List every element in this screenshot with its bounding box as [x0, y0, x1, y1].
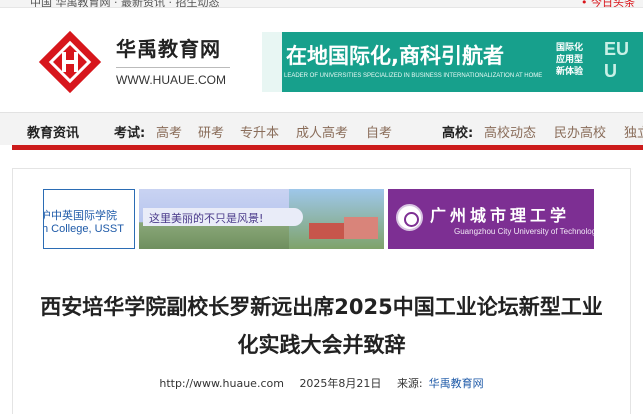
- article-title: 西安培华学院副校长罗新远出席2025中国工业论坛新型工业化实践大会并致辞: [40, 295, 603, 357]
- article-meta: http://www.huaue.com 2025年8月21日 来源: 华禹教育网: [0, 375, 643, 391]
- ad-scenery-caption: 这里美丽的不只是风景!: [149, 212, 264, 225]
- nav-accent-bar: [12, 145, 643, 150]
- nav-link-yankao[interactable]: 研考: [198, 122, 224, 141]
- banner-side-text: 国际化 应用型 新体验: [556, 42, 596, 78]
- banner-letter-line: EU: [604, 39, 630, 59]
- site-name[interactable]: 华禹教育网: [116, 33, 221, 62]
- article-date: 2025年8月21日: [299, 377, 382, 390]
- main-nav: 教育资讯 考试: 高考 研考 专升本 成人高考 自考 高校: 高校动态 民办高校…: [0, 112, 643, 145]
- ad-building-shape: [309, 223, 349, 239]
- nav-link-gaokao[interactable]: 高考: [156, 122, 182, 141]
- nav-link-zikao[interactable]: 自考: [366, 122, 392, 141]
- university-seal-icon: [396, 204, 423, 231]
- article-source-label: 来源:: [396, 377, 423, 390]
- nav-link-zhuanshengben[interactable]: 专升本: [240, 122, 279, 141]
- site-name-divider: [116, 67, 230, 68]
- ad-building-shape: [344, 217, 378, 239]
- banner-side-line: 应用型: [556, 55, 584, 65]
- article-url[interactable]: http://www.huaue.com: [159, 377, 284, 390]
- ad-usst-college[interactable]: 沪中英国际学院 h College, USST: [43, 189, 135, 249]
- banner-side-line: 国际化: [556, 43, 584, 53]
- ad-usst-title: 沪中英国际学院: [43, 209, 117, 222]
- header-banner-ad[interactable]: 在地国际化,商科引航者 LEADER OF UNIVERSITIES SPECI…: [262, 32, 643, 92]
- banner-left-edge: [262, 32, 282, 92]
- nav-section-label[interactable]: 教育资讯: [27, 122, 79, 141]
- ad-scenery-college[interactable]: 这里美丽的不只是风景!: [139, 189, 384, 249]
- site-url[interactable]: WWW.HUAUE.COM: [116, 73, 226, 87]
- ad-guangzhou-city-university[interactable]: 广州城市理工学 Guangzhou City University of Tec…: [388, 189, 594, 249]
- banner-subtitle: LEADER OF UNIVERSITIES SPECIALIZED IN BU…: [284, 73, 543, 79]
- banner-title: 在地国际化,商科引航者: [286, 44, 504, 68]
- top-bar: 中国 华禹教育网 · 最新资讯 · 招生动态 • 今日头条: [0, 0, 643, 8]
- banner-letters: EU U: [604, 38, 629, 82]
- ad-scenery-caption-box: 这里美丽的不只是风景!: [143, 208, 303, 226]
- nav-college-label: 高校:: [442, 126, 474, 141]
- banner-letter-line: U: [604, 61, 617, 81]
- ad-gzcu-english-name: Guangzhou City University of Technology: [454, 227, 594, 236]
- nav-link-private-colleges[interactable]: 民办高校: [554, 122, 606, 141]
- top-bar-left-text[interactable]: 中国 华禹教育网 · 最新资讯 · 招生动态: [30, 0, 219, 7]
- huayu-logo-icon[interactable]: [38, 30, 102, 94]
- nav-link-independent[interactable]: 独立: [624, 122, 643, 141]
- nav-exam-label: 考试:: [114, 126, 146, 141]
- article-source-link[interactable]: 华禹教育网: [429, 377, 484, 390]
- banner-side-line: 新体验: [556, 67, 584, 77]
- nav-link-chengren-gaokao[interactable]: 成人高考: [296, 122, 348, 141]
- ad-gzcu-name: 广州城市理工学: [430, 206, 571, 225]
- top-bar-right-text[interactable]: • 今日头条: [581, 0, 635, 7]
- nav-link-college-news[interactable]: 高校动态: [484, 122, 536, 141]
- ad-usst-subtitle: h College, USST: [43, 223, 124, 235]
